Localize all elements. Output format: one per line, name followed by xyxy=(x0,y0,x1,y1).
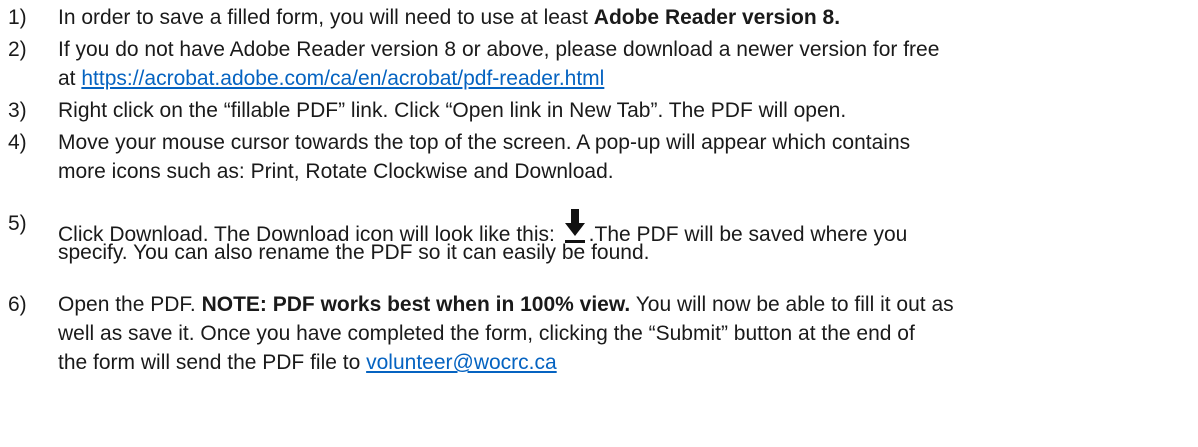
text-line: the form will send the PDF file to volun… xyxy=(58,348,954,377)
item-number: 1) xyxy=(8,6,27,29)
text-segment: In order to save a filled form, you will… xyxy=(58,6,594,29)
text-segment: the form will send the PDF file to xyxy=(58,351,367,374)
text-segment: Open the PDF. xyxy=(58,293,202,316)
item-text: In order to save a filled form, you will… xyxy=(58,3,840,32)
item-number: 3) xyxy=(8,99,27,122)
item-text: Move your mouse cursor towards the top o… xyxy=(58,128,910,186)
instructions-document: 1) In order to save a filled form, you w… xyxy=(0,0,1198,447)
text-line: Click Download. The Download icon will l… xyxy=(58,209,907,246)
text-line: In order to save a filled form, you will… xyxy=(58,3,840,32)
bold-note: NOTE: PDF works best when in 100% view. xyxy=(201,293,631,316)
item-text: If you do not have Adobe Reader version … xyxy=(58,35,939,93)
text-line: more icons such as: Print, Rotate Clockw… xyxy=(58,160,614,183)
item-number: 5) xyxy=(8,212,27,235)
item-number: 2) xyxy=(8,38,27,61)
bold-text: Adobe Reader version 8. xyxy=(593,6,841,29)
volunteer-email-link[interactable]: volunteer@wocrc.ca xyxy=(366,351,557,374)
text-line: well as save it. Once you have completed… xyxy=(58,322,915,345)
download-icon xyxy=(563,209,587,245)
item-number: 4) xyxy=(8,131,27,154)
item-text: Open the PDF. NOTE: PDF works best when … xyxy=(58,290,954,377)
adobe-reader-link[interactable]: https://acrobat.adobe.com/ca/en/acrobat/… xyxy=(81,67,604,90)
item-text: Click Download. The Download icon will l… xyxy=(58,209,907,267)
text-line: If you do not have Adobe Reader version … xyxy=(58,38,940,61)
text-segment: You will now be able to fill it out as xyxy=(630,293,954,316)
text-line: Open the PDF. NOTE: PDF works best when … xyxy=(58,290,954,319)
text-line: Right click on the “fillable PDF” link. … xyxy=(58,99,847,122)
text-line: at https://acrobat.adobe.com/ca/en/acrob… xyxy=(58,64,939,93)
item-text: Right click on the “fillable PDF” link. … xyxy=(58,96,846,125)
item-number: 6) xyxy=(8,293,27,316)
text-segment: at xyxy=(58,67,82,90)
text-line: Move your mouse cursor towards the top o… xyxy=(58,131,911,154)
